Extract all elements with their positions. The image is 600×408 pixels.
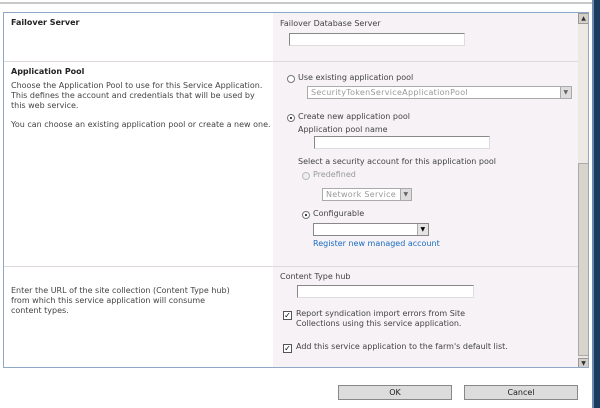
predefined-label: Predefined (313, 170, 356, 179)
register-account-link[interactable]: Register new managed account (313, 239, 440, 249)
scroll-down-icon[interactable]: ▼ (578, 358, 588, 367)
default-list-checkbox[interactable]: ✓ (283, 344, 292, 353)
create-new-label: Create new application pool (298, 112, 410, 121)
content-type-description: Enter the URL of the site collection (Co… (11, 286, 230, 315)
chevron-down-icon: ▼ (400, 189, 411, 200)
content-type-hub-label: Content Type hub (280, 272, 351, 281)
create-new-radio[interactable] (287, 114, 295, 122)
use-existing-radio[interactable] (287, 75, 295, 83)
settings-panel: Failover Server Failover Database Server… (3, 12, 589, 368)
chevron-down-icon: ▼ (560, 87, 571, 98)
default-list-label: Add this service application to the farm… (296, 342, 508, 351)
configurable-select[interactable]: ▼ (313, 223, 429, 236)
failover-heading: Failover Server (11, 18, 80, 27)
failover-db-label: Failover Database Server (280, 19, 381, 28)
use-existing-label: Use existing application pool (298, 73, 414, 82)
predefined-radio[interactable] (302, 172, 310, 180)
security-account-label: Select a security account for this appli… (298, 157, 497, 166)
chevron-down-icon: ▼ (417, 224, 428, 235)
app-pool-hint: You can choose an existing application p… (11, 120, 271, 129)
app-pool-heading: Application Pool (11, 67, 85, 76)
app-pool-description: Choose the Application Pool to use for t… (11, 81, 263, 110)
existing-pool-select[interactable]: SecurityTokenServiceApplicationPool ▼ (307, 86, 572, 99)
report-errors-checkbox[interactable]: ✓ (283, 311, 292, 320)
window-edge (592, 0, 600, 408)
top-divider (0, 2, 592, 4)
configurable-radio[interactable] (302, 211, 310, 219)
ok-button[interactable]: OK (338, 385, 452, 400)
pool-name-label: Application pool name (298, 125, 388, 134)
content-type-hub-input[interactable] (297, 285, 474, 298)
predefined-value: Network Service (326, 190, 397, 199)
failover-db-input[interactable] (289, 33, 465, 46)
section-divider (4, 266, 578, 267)
existing-pool-value: SecurityTokenServiceApplicationPool (311, 88, 468, 97)
predefined-select[interactable]: Network Service ▼ (322, 188, 412, 201)
scroll-up-icon[interactable]: ▲ (578, 13, 588, 24)
scrollbar-thumb[interactable] (578, 163, 588, 356)
vertical-scrollbar[interactable]: ▲ ▼ (578, 13, 588, 367)
report-errors-label: Report syndication import errors from Si… (296, 309, 466, 328)
section-divider (4, 61, 578, 62)
cancel-button[interactable]: Cancel (464, 385, 578, 400)
pool-name-input[interactable] (314, 136, 490, 149)
configurable-label: Configurable (313, 209, 365, 218)
